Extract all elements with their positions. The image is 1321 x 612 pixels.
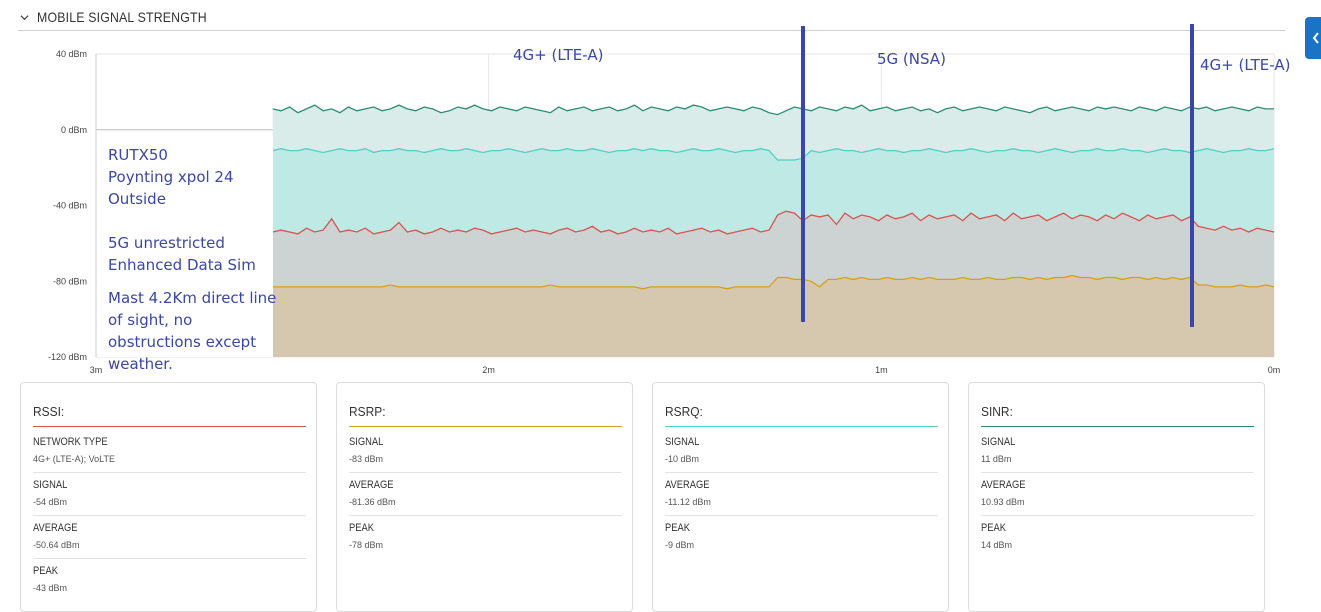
stat-row: AVERAGE 10.93 dBm — [981, 472, 1254, 516]
stat-card-rsrq: RSRQ: SIGNAL -10 dBm AVERAGE -11.12 dBm PEAK -… — [652, 382, 949, 612]
stat-label: NETWORK TYPE — [33, 436, 108, 448]
stat-value: -54 dBm — [33, 497, 68, 507]
stat-label: SIGNAL — [349, 436, 384, 448]
stat-row: PEAK -43 dBm — [33, 558, 306, 601]
stat-row: SIGNAL -83 dBm — [349, 429, 622, 473]
y-tick-label: -120 dBm — [48, 352, 87, 362]
stat-label: SIGNAL — [665, 436, 700, 448]
card-accent-line — [33, 426, 306, 427]
card-title: SINR: — [981, 404, 1013, 419]
band-label: 5G (NSA) — [877, 50, 946, 68]
stat-row: AVERAGE -11.12 dBm — [665, 472, 938, 516]
stat-label: PEAK — [665, 522, 690, 534]
note-line: of sight, no — [108, 311, 192, 329]
x-tick-label: 1m — [875, 365, 888, 375]
y-tick-label: 40 dBm — [56, 49, 87, 59]
note-line: weather. — [108, 355, 173, 373]
stat-value: -11.12 dBm — [665, 497, 711, 507]
stat-card-sinr: SINR: SIGNAL 11 dBm AVERAGE 10.93 dBm PEAK 14 … — [968, 382, 1265, 612]
stat-label: AVERAGE — [665, 479, 710, 491]
note-line: Outside — [108, 190, 166, 208]
stat-value: 11 dBm — [981, 454, 1012, 464]
stat-row: AVERAGE -50.64 dBm — [33, 515, 306, 559]
signal-chart: 40 dBm 0 dBm -40 dBm -80 dBm -120 dBm3m 2m 1m 0… — [48, 24, 1290, 375]
band-label: 4G+ (LTE-A) — [1200, 56, 1290, 74]
stat-label: AVERAGE — [349, 479, 394, 491]
series-area-rsrp — [272, 275, 1274, 357]
card-title: RSSI: — [33, 404, 65, 419]
y-tick-label: -40 dBm — [53, 201, 87, 211]
x-tick-label: 2m — [482, 365, 495, 375]
y-tick-label: -80 dBm — [53, 276, 87, 286]
stat-value: -81.36 dBm — [349, 497, 396, 507]
note-line: RUTX50 — [108, 146, 168, 164]
band-divider-marker — [801, 26, 805, 322]
stat-card-rsrp: RSRP: SIGNAL -83 dBm AVERAGE -81.36 dBm PEAK -… — [336, 382, 633, 612]
stat-row: SIGNAL 11 dBm — [981, 429, 1254, 473]
stat-value: -78 dBm — [349, 540, 384, 550]
stat-value: -83 dBm — [349, 454, 384, 464]
card-accent-line — [665, 426, 938, 427]
x-tick-label: 0m — [1268, 365, 1281, 375]
stat-label: AVERAGE — [33, 522, 78, 534]
stat-value: 10.93 dBm — [981, 497, 1025, 507]
card-accent-line — [349, 426, 622, 427]
stat-label: PEAK — [33, 565, 58, 577]
note-line: Mast 4.2Km direct line — [108, 289, 276, 307]
stat-value: 14 dBm — [981, 540, 1013, 550]
stat-label: AVERAGE — [981, 479, 1026, 491]
stat-card-rssi: RSSI: NETWORK TYPE 4G+ (LTE-A); VoLTE SIGNA… — [20, 382, 317, 612]
band-divider-marker — [1190, 24, 1194, 327]
stat-label: PEAK — [981, 522, 1006, 534]
x-tick-label: 3m — [90, 365, 103, 375]
note-line: obstructions except — [108, 333, 256, 351]
stat-value: -50.64 dBm — [33, 540, 80, 550]
stat-row: SIGNAL -10 dBm — [665, 429, 938, 473]
stat-row: PEAK 14 dBm — [981, 515, 1254, 558]
stat-value: -43 dBm — [33, 583, 68, 593]
note-line: Enhanced Data Sim — [108, 256, 256, 274]
stat-row: SIGNAL -54 dBm — [33, 472, 306, 516]
y-tick-label: 0 dBm — [61, 125, 87, 135]
band-label: 4G+ (LTE-A) — [513, 46, 603, 64]
card-title: RSRP: — [349, 404, 386, 419]
stat-label: PEAK — [349, 522, 374, 534]
stat-row: AVERAGE -81.36 dBm — [349, 472, 622, 516]
stat-label: SIGNAL — [981, 436, 1016, 448]
stat-row: PEAK -9 dBm — [665, 515, 938, 558]
stat-row: NETWORK TYPE 4G+ (LTE-A); VoLTE — [33, 429, 306, 473]
note-line: 5G unrestricted — [108, 234, 225, 252]
stat-value: 4G+ (LTE-A); VoLTE — [33, 454, 115, 464]
card-title: RSRQ: — [665, 404, 703, 419]
stat-value: -10 dBm — [665, 454, 700, 464]
card-accent-line — [981, 426, 1254, 427]
stat-row: PEAK -78 dBm — [349, 515, 622, 558]
note-line: Poynting xpol 24 — [108, 168, 234, 186]
stat-label: SIGNAL — [33, 479, 68, 491]
stat-value: -9 dBm — [665, 540, 695, 550]
